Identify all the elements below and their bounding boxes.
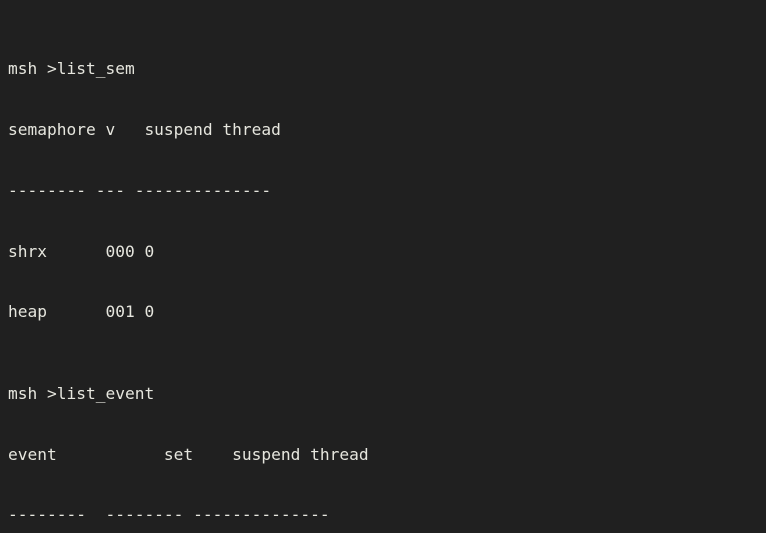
terminal-line-sem-header: semaphore v suspend thread (8, 119, 281, 139)
terminal-line-sem-row-shrx: shrx 000 0 (8, 241, 155, 261)
terminal-line-prompt-list-event: msh >list_event (8, 383, 155, 403)
terminal-window[interactable]: msh >list_sem semaphore v suspend thread… (0, 0, 766, 533)
terminal-screen[interactable]: msh >list_sem semaphore v suspend thread… (8, 0, 680, 533)
terminal-line-sem-separator: -------- --- -------------- (8, 180, 272, 200)
terminal-line-event-header: event set suspend thread (8, 444, 369, 464)
terminal-line-prompt-list-sem: msh >list_sem (8, 58, 135, 78)
terminal-line-sem-row-heap: heap 001 0 (8, 302, 155, 322)
terminal-line-event-separator: -------- -------- -------------- (8, 505, 330, 525)
